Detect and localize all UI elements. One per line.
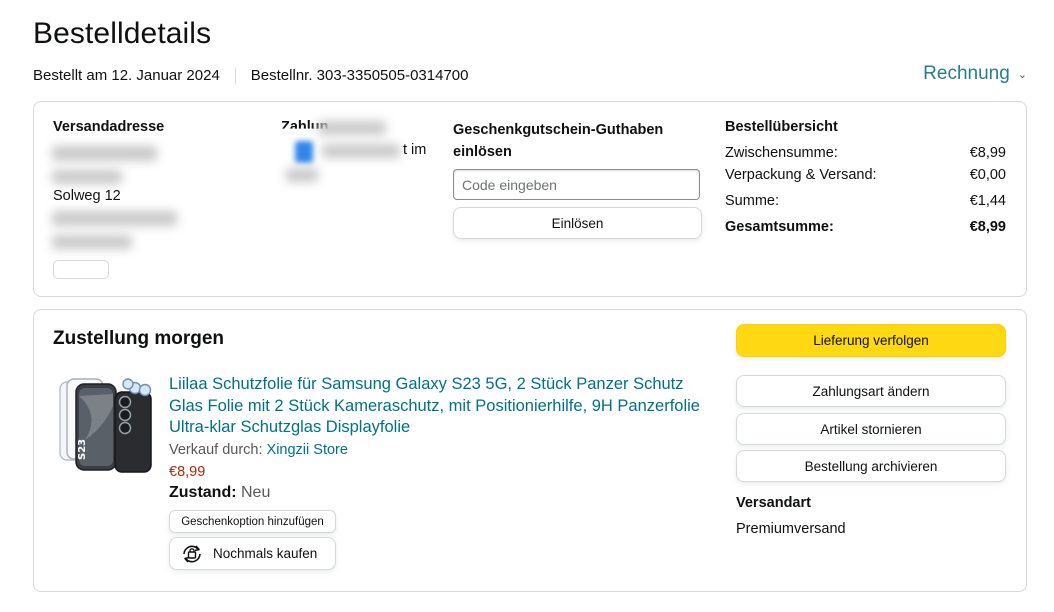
buy-again-button[interactable]: Nochmals kaufen — [169, 537, 336, 570]
track-package-button[interactable]: Lieferung verfolgen — [736, 324, 1006, 357]
svg-text:S23: S23 — [77, 439, 88, 460]
invoice-dropdown[interactable]: Rechnung ⌄ — [923, 63, 1027, 85]
summary-label: Verpackung & Versand: — [725, 167, 877, 183]
payment-fragment: t im — [403, 142, 427, 158]
buy-again-label[interactable]: Nochmals kaufen — [213, 546, 317, 561]
card-icon — [295, 141, 313, 163]
summary-row-total: Gesamtsumme: €8,99 — [725, 219, 1006, 235]
summary-row-subtotal: Zwischensumme: €8,99 — [725, 145, 1006, 161]
redacted-name — [52, 146, 157, 161]
summary-label: Zwischensumme: — [725, 145, 838, 161]
gift-card-heading: Geschenkgutschein-Guthaben einlösen — [453, 122, 664, 160]
add-gift-option-button[interactable]: Geschenkoption hinzufügen — [169, 510, 336, 533]
screen-protector-image[interactable]: S23 — [57, 376, 155, 476]
summary-label: Summe: — [725, 193, 779, 209]
redacted-card-info — [322, 144, 400, 158]
redacted-country — [52, 235, 132, 249]
order-date: Bestellt am 12. Januar 2024 — [33, 67, 220, 84]
redacted-payment-heading — [318, 121, 386, 135]
redacted-payment-line — [286, 168, 318, 182]
summary-row-tax: Summe: €1,44 — [725, 193, 1006, 209]
order-meta: Bestellt am 12. Januar 2024 Bestellnr. 3… — [33, 67, 468, 84]
invoice-label[interactable]: Rechnung — [923, 63, 1010, 85]
address-chip[interactable] — [53, 260, 109, 279]
product-image[interactable]: S23 — [57, 376, 155, 476]
address-street: Solweg 12 — [53, 188, 121, 204]
summary-value: €1,44 — [969, 193, 1006, 209]
chevron-down-icon[interactable]: ⌄ — [1018, 68, 1027, 81]
gift-code-input[interactable] — [453, 169, 700, 200]
summary-row-shipping: Verpackung & Versand: €0,00 — [725, 167, 1006, 183]
order-number: Bestellnr. 303-3350505-0314700 — [250, 67, 469, 84]
summary-total-value: €8,99 — [969, 219, 1006, 235]
archive-order-button[interactable]: Bestellung archivieren — [736, 450, 1006, 482]
summary-value: €8,99 — [969, 145, 1006, 161]
divider — [234, 67, 236, 84]
condition-value: Neu — [241, 484, 271, 501]
shipping-address-heading: Versandadresse — [53, 119, 165, 135]
redacted-line — [52, 170, 122, 184]
shipping-method-heading: Versandart — [736, 495, 811, 511]
product-price: €8,99 — [169, 464, 206, 480]
sold-by-label: Verkauf durch: — [169, 442, 263, 458]
delivery-heading: Zustellung morgen — [53, 328, 224, 349]
redacted-city — [52, 211, 177, 226]
change-payment-button[interactable]: Zahlungsart ändern — [736, 375, 1006, 407]
summary-value: €0,00 — [969, 167, 1006, 183]
condition-label: Zustand: — [169, 484, 237, 501]
redeem-button[interactable]: Einlösen — [453, 207, 702, 239]
rebuy-icon[interactable] — [179, 542, 205, 566]
order-summary-heading: Bestellübersicht — [725, 119, 838, 135]
seller-link[interactable]: Xingzii Store — [267, 442, 348, 458]
shipping-method-value: Premiumversand — [736, 521, 846, 537]
cancel-item-button[interactable]: Artikel stornieren — [736, 413, 1006, 445]
page-title: Bestelldetails — [33, 17, 212, 50]
condition-line: Zustand: Neu — [169, 484, 270, 502]
summary-total-label: Gesamtsumme: — [725, 219, 834, 235]
product-title-link[interactable]: Liilaa Schutzfolie für Samsung Galaxy S2… — [169, 374, 709, 439]
seller-line: Verkauf durch: Xingzii Store — [169, 442, 348, 458]
